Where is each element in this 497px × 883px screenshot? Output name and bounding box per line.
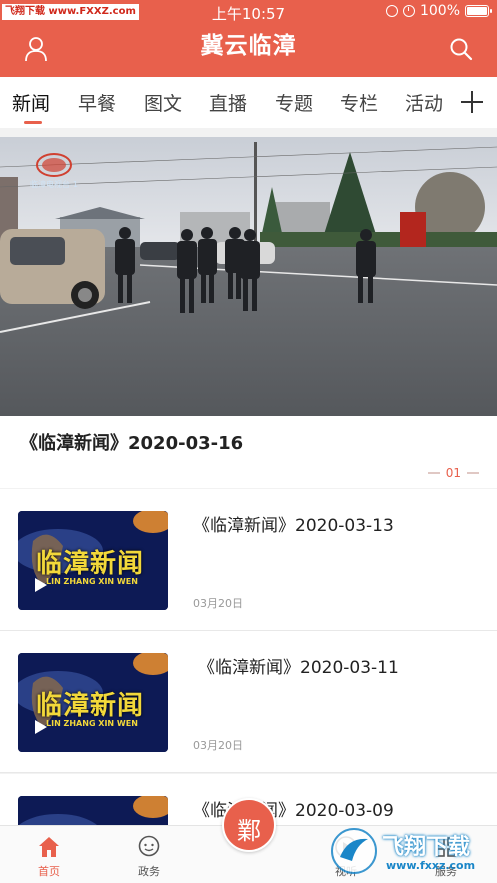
hero-title: 《临漳新闻》2020-03-16 bbox=[20, 433, 244, 454]
carousel-pager: 01 bbox=[427, 466, 479, 480]
news-item[interactable]: 临漳新闻 LIN ZHANG XIN WEN 《临漳新闻》2020-03-11 … bbox=[0, 631, 497, 773]
alarm-icon bbox=[402, 5, 415, 17]
watermark-overlay: 飞翔下载 www.fxxz.com bbox=[330, 823, 492, 879]
seal-text: 鄴 bbox=[237, 817, 261, 845]
status-bar: 飞翔下载 www.FXXZ.com 上午10:57 100% bbox=[0, 0, 497, 24]
tab-columns[interactable]: 专栏 bbox=[340, 89, 378, 116]
active-tab-indicator bbox=[24, 121, 42, 124]
tab-activities[interactable]: 活动 bbox=[405, 89, 443, 116]
pager-dash bbox=[427, 472, 440, 474]
news-date: 03月20日 bbox=[193, 739, 243, 752]
app-title: 冀云临漳 bbox=[200, 33, 297, 59]
news-thumbnail: 临漳新闻 LIN ZHANG XIN WEN bbox=[18, 653, 168, 752]
play-icon bbox=[35, 720, 47, 734]
news-date: 03月20日 bbox=[193, 597, 243, 610]
thumb-title: 临漳新闻 bbox=[36, 549, 145, 579]
news-title: 《临漳新闻》2020-03-11 bbox=[198, 658, 399, 678]
thumb-subtitle: LIN ZHANG XIN WEN bbox=[46, 719, 138, 728]
tab-news[interactable]: 新闻 bbox=[12, 89, 50, 116]
rotation-lock-icon bbox=[385, 5, 398, 17]
pager-dash bbox=[467, 472, 479, 474]
tab-breakfast[interactable]: 早餐 bbox=[78, 89, 116, 116]
search-icon[interactable] bbox=[449, 37, 473, 61]
chat-icon bbox=[138, 835, 160, 857]
battery-icon bbox=[465, 5, 492, 17]
tab-graphic[interactable]: 图文 bbox=[144, 89, 182, 116]
home-icon bbox=[39, 837, 59, 857]
app-header: 飞翔下载 www.FXXZ.com 上午10:57 100% 冀云临漳 bbox=[0, 0, 497, 77]
nav-home[interactable]: 首页 bbox=[9, 826, 89, 883]
watermark-logo-icon bbox=[331, 828, 377, 874]
nav-label: 首页 bbox=[38, 865, 60, 878]
battery-percent: 100% bbox=[419, 3, 460, 19]
hero-caption[interactable]: 《临漳新闻》2020-03-16 01 bbox=[0, 416, 497, 488]
add-tab-icon[interactable] bbox=[461, 91, 483, 113]
watermark-url: www.fxxz.com bbox=[386, 859, 476, 872]
tab-topics[interactable]: 专题 bbox=[275, 89, 313, 116]
watermark-text: 飞翔下载 bbox=[382, 835, 471, 860]
news-item[interactable]: 临漳新闻 LIN ZHANG XIN WEN 《临漳新闻》2020-03-13 … bbox=[0, 489, 497, 631]
thumb-title: 临漳新闻 bbox=[36, 691, 145, 721]
status-icons: 100% bbox=[385, 3, 492, 19]
center-seal-button[interactable]: 鄴 bbox=[222, 798, 276, 852]
nav-government[interactable]: 政务 bbox=[109, 826, 189, 883]
nav-label: 政务 bbox=[138, 865, 160, 878]
channel-logo-text: 临漳电视台-1 bbox=[30, 180, 78, 189]
category-tabs: 新闻 早餐 图文 直播 专题 专栏 活动 bbox=[0, 77, 497, 128]
news-thumbnail: 临漳新闻 LIN ZHANG XIN WEN bbox=[18, 511, 168, 610]
thumb-subtitle: LIN ZHANG XIN WEN bbox=[46, 577, 138, 586]
play-icon bbox=[35, 578, 47, 592]
hero-image[interactable]: 临漳电视台-1 bbox=[0, 137, 497, 416]
news-title: 《临漳新闻》2020-03-13 bbox=[193, 516, 394, 536]
pager-number: 01 bbox=[445, 466, 461, 480]
tab-live[interactable]: 直播 bbox=[209, 89, 247, 116]
